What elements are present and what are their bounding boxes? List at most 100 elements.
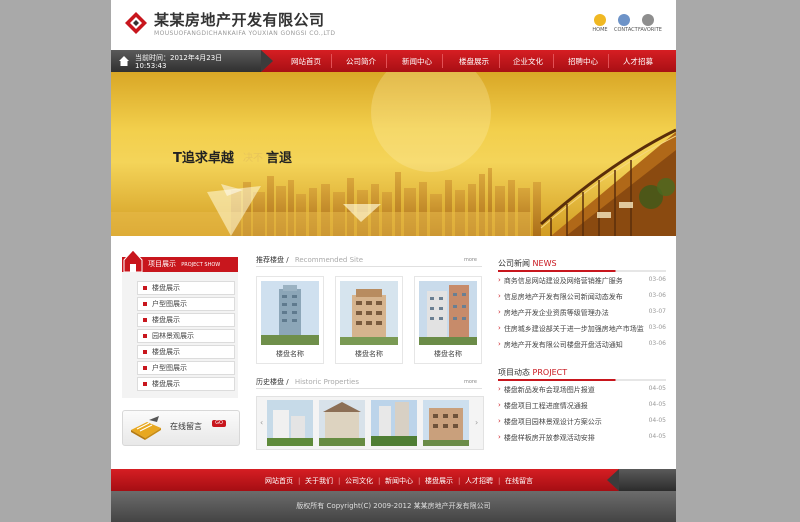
divider — [256, 388, 482, 389]
history-carousel: ‹ › — [256, 396, 484, 450]
main-nav: 当前时间：2012年4月23日 10:53:43 网站首页 公司简介 新闻中心 … — [111, 50, 676, 72]
news-title: 公司新闻 NEWS — [498, 258, 557, 269]
logo-icon[interactable] — [125, 12, 147, 34]
project-item-label: 园林景观展示 — [152, 332, 194, 340]
history-photo[interactable] — [319, 400, 365, 446]
news-item[interactable]: › 住房城乡建设部关于进一步加强房地产市场监管 03-06 — [498, 324, 666, 338]
nav-arrow — [261, 50, 273, 72]
footer-separator: | — [458, 477, 461, 485]
recommended-more-link[interactable]: more — [464, 257, 477, 263]
recommended-card[interactable]: 楼盘名称 — [335, 276, 403, 364]
recommended-caption: 楼盘名称 — [355, 350, 383, 358]
footer-link-culture[interactable]: 公司文化 — [345, 476, 373, 486]
nav-divider — [331, 54, 332, 68]
nav-divider — [553, 54, 554, 68]
divider — [498, 379, 666, 381]
nav-item-recruit[interactable]: 人才招募 — [623, 56, 653, 67]
project-news-item-date: 04-05 — [648, 433, 666, 440]
news-item-title: 房地产开发有限公司楼盘开盘活动通知 — [503, 341, 623, 349]
footer-link-properties[interactable]: 楼盘展示 — [425, 476, 453, 486]
history-photo[interactable] — [423, 400, 469, 446]
news-item[interactable]: › 信息房地产开发有限公司新闻动态发布 03-06 — [498, 292, 666, 306]
history-photo[interactable] — [267, 400, 313, 446]
bullet-icon — [143, 285, 147, 290]
project-list-item[interactable]: 楼盘展示 — [137, 281, 235, 295]
news-item-title: 房地产开发企业资质等级管理办法 — [503, 309, 609, 317]
hero-banner: T追求卓越 决不 言退 — [111, 72, 676, 236]
project-news-item[interactable]: › 楼盘新品发布会现场图片报道 04-05 — [498, 385, 666, 399]
bullet-icon: › — [498, 340, 501, 348]
news-item[interactable]: › 房地产开发企业资质等级管理办法 03-07 — [498, 308, 666, 322]
footer-separator: | — [418, 477, 421, 485]
footer-accent — [619, 469, 676, 491]
favorite-shortcut[interactable]: FAVORITE — [638, 14, 662, 33]
message-label: 在线留言 — [170, 422, 202, 431]
nav-item-home[interactable]: 网站首页 — [291, 56, 321, 67]
nav-item-news[interactable]: 新闻中心 — [402, 56, 432, 67]
project-list-item[interactable]: 楼盘展示 — [137, 313, 235, 327]
project-news-item-title: 楼盘样板房开放参观活动安排 — [503, 434, 595, 442]
chevron-right-icon[interactable]: › — [475, 418, 478, 427]
banner-slogan-end: 言退 — [266, 151, 293, 166]
project-news-title: 项目动态 PROJECT — [498, 367, 567, 378]
divider — [256, 266, 482, 267]
news-title-en: NEWS — [532, 259, 557, 268]
nav-divider — [608, 54, 609, 68]
nav-divider — [442, 54, 443, 68]
bullet-icon — [143, 381, 147, 386]
building-photo — [419, 281, 477, 345]
bullet-icon: › — [498, 433, 501, 441]
home-icon — [594, 14, 606, 26]
project-news-item[interactable]: › 楼盘项目工程进度情况通报 04-05 — [498, 401, 666, 415]
project-news-item[interactable]: › 楼盘项目园林景观设计方案公示 04-05 — [498, 417, 666, 431]
bullet-icon: › — [498, 417, 501, 425]
header: 某某房地产开发有限公司 MOUSUOFANGDICHANKAIFA YOUXIA… — [111, 0, 676, 48]
online-message-button[interactable]: 在线留言 GO — [122, 410, 240, 446]
project-item-label: 楼盘展示 — [152, 284, 180, 292]
project-list-item[interactable]: 楼盘展示 — [137, 345, 235, 359]
footer-link-news[interactable]: 新闻中心 — [385, 476, 413, 486]
project-list-item[interactable]: 园林景观展示 — [137, 329, 235, 343]
footer-arrow — [607, 469, 619, 491]
news-item-date: 03-06 — [648, 324, 666, 331]
project-news-title-en: PROJECT — [532, 368, 568, 377]
banner-slogan-faded: 决不 — [243, 153, 263, 164]
footer-link-careers[interactable]: 人才招聘 — [465, 476, 493, 486]
project-item-label: 户型图展示 — [152, 364, 187, 372]
page: 某某房地产开发有限公司 MOUSUOFANGDICHANKAIFA YOUXIA… — [111, 0, 676, 522]
nav-item-properties[interactable]: 楼盘展示 — [459, 56, 489, 67]
home-shortcut[interactable]: HOME — [590, 14, 610, 33]
news-item[interactable]: › 商务信息网站建设及网络营销推广服务 03-06 — [498, 276, 666, 290]
news-item-date: 03-06 — [648, 276, 666, 283]
project-list-item[interactable]: 户型图展示 — [137, 361, 235, 375]
chevron-left-icon[interactable]: ‹ — [260, 418, 263, 427]
footer-link-home[interactable]: 网站首页 — [265, 476, 293, 486]
house-icon[interactable] — [119, 56, 129, 66]
news-title-cn: 公司新闻 — [498, 259, 530, 268]
footer-separator: | — [498, 477, 501, 485]
news-item[interactable]: › 房地产开发有限公司楼盘开盘活动通知 03-06 — [498, 340, 666, 354]
nav-item-culture[interactable]: 企业文化 — [513, 56, 543, 67]
recommended-card[interactable]: 楼盘名称 — [256, 276, 324, 364]
nav-item-about[interactable]: 公司简介 — [346, 56, 376, 67]
contact-shortcut[interactable]: CONTACT — [614, 14, 638, 33]
recommended-card[interactable]: 楼盘名称 — [414, 276, 482, 364]
news-item-title: 信息房地产开发有限公司新闻动态发布 — [503, 293, 623, 301]
history-photo[interactable] — [371, 400, 417, 446]
project-news-item-title: 楼盘新品发布会现场图片报道 — [503, 386, 595, 394]
footer-link-about[interactable]: 关于我们 — [305, 476, 333, 486]
project-news-item[interactable]: › 楼盘样板房开放参观活动安排 04-05 — [498, 433, 666, 447]
project-list-item[interactable]: 户型图展示 — [137, 297, 235, 311]
news-item-date: 03-06 — [648, 292, 666, 299]
history-title-cn: 历史楼盘 — [256, 378, 284, 386]
footer-separator: | — [378, 477, 381, 485]
message-book-icon — [131, 416, 161, 440]
project-list-item[interactable]: 楼盘展示 — [137, 377, 235, 391]
favorite-shortcut-label: FAVORITE — [638, 27, 662, 33]
footer-link-message[interactable]: 在线留言 — [505, 476, 533, 486]
nav-divider — [499, 54, 500, 68]
project-news-item-date: 04-05 — [648, 401, 666, 408]
nav-item-careers[interactable]: 招聘中心 — [568, 56, 598, 67]
building-photo — [340, 281, 398, 345]
history-more-link[interactable]: more — [464, 379, 477, 385]
